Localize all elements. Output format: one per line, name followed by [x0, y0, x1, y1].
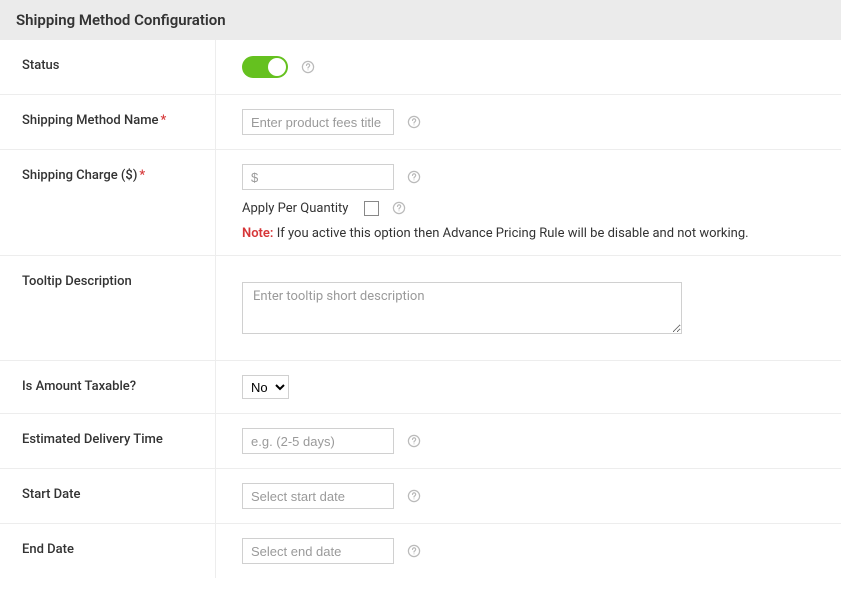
apply-per-qty-checkbox[interactable] — [364, 201, 379, 216]
row-start-date: Start Date — [0, 469, 841, 524]
required-mark: * — [139, 168, 145, 183]
help-icon[interactable] — [406, 433, 422, 449]
toggle-knob — [268, 58, 286, 76]
row-end-date: End Date — [0, 524, 841, 578]
row-tooltip: Tooltip Description — [0, 256, 841, 361]
apply-per-qty-label: Apply Per Quantity — [242, 201, 348, 216]
help-icon[interactable] — [406, 169, 422, 185]
status-toggle[interactable] — [242, 56, 288, 78]
help-icon[interactable] — [300, 59, 316, 75]
help-icon[interactable] — [391, 200, 407, 216]
label-shipping-charge: Shipping Charge ($)* — [0, 150, 216, 255]
row-status: Status — [0, 40, 841, 95]
config-header: Shipping Method Configuration — [0, 0, 841, 40]
label-status: Status — [0, 40, 216, 94]
label-delivery-time: Estimated Delivery Time — [0, 414, 216, 468]
tooltip-textarea[interactable] — [242, 282, 682, 334]
start-date-input[interactable] — [242, 483, 394, 509]
label-taxable: Is Amount Taxable? — [0, 361, 216, 413]
label-shipping-name: Shipping Method Name* — [0, 95, 216, 149]
label-end-date: End Date — [0, 524, 216, 578]
delivery-time-input[interactable] — [242, 428, 394, 454]
end-date-input[interactable] — [242, 538, 394, 564]
help-icon[interactable] — [406, 543, 422, 559]
row-shipping-name: Shipping Method Name* — [0, 95, 841, 150]
help-icon[interactable] — [406, 488, 422, 504]
shipping-charge-input[interactable] — [242, 164, 394, 190]
shipping-name-input[interactable] — [242, 109, 394, 135]
help-icon[interactable] — [406, 114, 422, 130]
row-taxable: Is Amount Taxable? No — [0, 361, 841, 414]
config-form: Status Shipping Method Name* — [0, 40, 841, 578]
row-shipping-charge: Shipping Charge ($)* Apply Per Quantity — [0, 150, 841, 256]
row-delivery-time: Estimated Delivery Time — [0, 414, 841, 469]
label-start-date: Start Date — [0, 469, 216, 523]
taxable-select[interactable]: No — [242, 375, 289, 399]
required-mark: * — [161, 113, 167, 128]
label-tooltip: Tooltip Description — [0, 256, 216, 360]
charge-note: Note: If you active this option then Adv… — [242, 226, 815, 241]
